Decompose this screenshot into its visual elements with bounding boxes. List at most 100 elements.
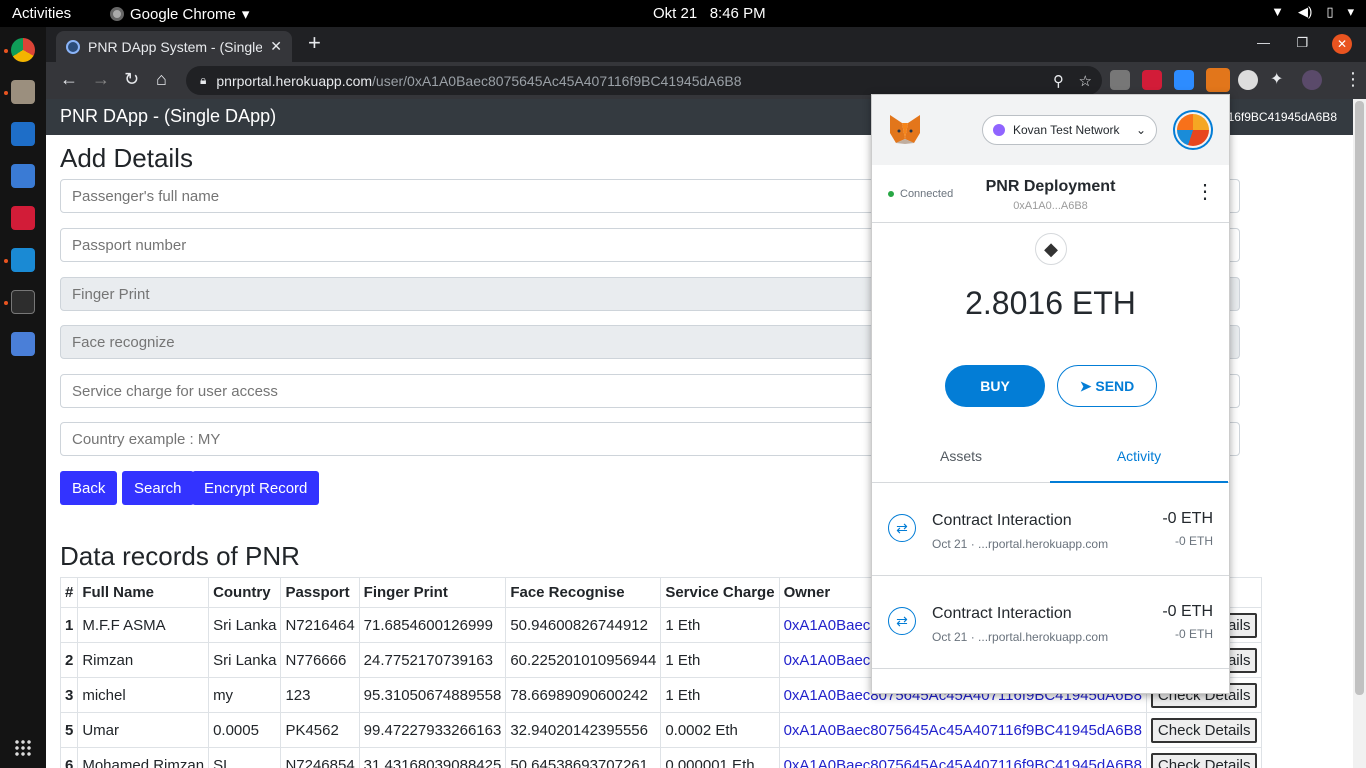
transaction-item[interactable]: ⇄ Contract Interaction Oct 21 · ...rport… (872, 577, 1229, 669)
owner-link[interactable]: 0xA1A0Baec8075645Ac45A407116f9BC41945dA6… (778, 747, 1147, 768)
running-indicator (4, 91, 8, 95)
home-icon[interactable]: ⌂ (156, 69, 167, 90)
encrypt-record-button[interactable]: Encrypt Record (192, 471, 320, 505)
metamask-header: Kovan Test Network ⌄ (872, 95, 1229, 165)
transaction-icon: ⇄ (888, 514, 916, 542)
screenshot-icon[interactable] (11, 164, 35, 188)
account-bar: Connected PNR Deployment 0xA1A0...A6B8 ⋮ (872, 165, 1229, 223)
column-header: Passport (280, 577, 360, 608)
transaction-sub-amount: -0 ETH (1174, 534, 1213, 548)
zoom-extension-icon[interactable] (1174, 70, 1194, 90)
scrollbar-thumb[interactable] (1355, 101, 1364, 695)
app-menu[interactable]: Google Chrome ▾ (110, 5, 249, 23)
page-scrollbar[interactable] (1353, 99, 1366, 768)
cell-country: SL (208, 747, 282, 768)
column-header: Face Recognise (505, 577, 662, 608)
check-details-button[interactable]: Check Details (1150, 717, 1258, 743)
volume-icon: ◀) (1297, 4, 1313, 19)
cell-passport: PK4562 (280, 712, 360, 748)
cell-country: Sri Lanka (208, 642, 282, 678)
browser-tab[interactable]: PNR DApp System - (Single ✕ (56, 31, 292, 62)
chrome-menu-icon[interactable]: ⋮ (1344, 69, 1362, 90)
cell-finger: 99.47227933266163 (358, 712, 507, 748)
mendeley-extension-icon[interactable] (1142, 70, 1162, 90)
back-button[interactable]: Back (60, 471, 118, 505)
cell-passport: N7246854 (280, 747, 360, 768)
check-details-button[interactable]: Check Details (1150, 752, 1258, 768)
tab-activity[interactable]: Activity (1050, 437, 1228, 483)
activities-button[interactable]: Activities (12, 5, 71, 22)
writer-icon[interactable] (11, 122, 35, 146)
app-menu-label: Google Chrome (130, 5, 236, 23)
buy-button[interactable]: BUY (945, 365, 1045, 407)
cell-country: my (208, 677, 282, 713)
reload-icon[interactable]: ↻ (124, 69, 139, 90)
extensions-puzzle-icon[interactable]: ✦ (1270, 69, 1283, 89)
maximize-button[interactable]: ❐ (1296, 35, 1308, 51)
balance-unit: ETH (1071, 285, 1136, 321)
column-header: Service Charge (660, 577, 780, 608)
profile-avatar[interactable] (1302, 70, 1322, 90)
clock[interactable]: Okt 21 8:46 PM (653, 5, 766, 22)
close-window-button[interactable]: ✕ (1332, 34, 1352, 54)
forward-arrow-icon[interactable]: → (92, 69, 110, 90)
cell-finger: 31.43168039088425 (358, 747, 507, 768)
cell-finger: 24.7752170739163 (358, 642, 507, 678)
vscode-icon[interactable] (11, 248, 35, 272)
clock-date: Okt 21 (653, 5, 698, 22)
table-row: 5 Umar 0.0005 PK4562 99.47227933266163 3… (59, 712, 1263, 748)
send-label: SEND (1095, 378, 1135, 394)
transaction-date: Oct 21 (932, 537, 968, 551)
screen-capture-icon[interactable] (11, 332, 35, 356)
tab-title: PNR DApp System - (Single (88, 38, 263, 55)
account-address-short[interactable]: 0xA1A0...A6B8 (872, 200, 1229, 212)
transaction-origin: ...rportal.herokuapp.com (978, 537, 1109, 551)
minimize-button[interactable]: — (1257, 35, 1270, 50)
new-tab-button[interactable]: + (308, 32, 321, 54)
search-button[interactable]: Search (122, 471, 194, 505)
metamask-popup: Kovan Test Network ⌄ Connected PNR Deplo… (871, 94, 1230, 694)
close-tab-icon[interactable]: ✕ (270, 38, 282, 55)
running-indicator (4, 301, 8, 305)
cell-face: 50.64538693707261 (505, 747, 662, 768)
system-tray[interactable]: ▼ ◀) ▯ ▾ (1271, 4, 1354, 20)
running-indicator (4, 259, 8, 263)
address-bar[interactable]: 🔒︎ pnrportal.herokuapp.com/user/0xA1A0Ba… (186, 66, 1102, 95)
chevron-down-icon: ▾ (1347, 4, 1354, 19)
cell-face: 50.94600826744912 (505, 607, 662, 643)
mendeley-icon[interactable] (11, 206, 35, 230)
transaction-sub-amount: -0 ETH (1174, 627, 1213, 641)
balance-display: 2.8016 ETH (872, 285, 1229, 322)
chrome-icon[interactable] (11, 38, 35, 62)
extension-icon[interactable] (1238, 70, 1258, 90)
cell-charge: 1 Eth (660, 607, 780, 643)
more-options-icon[interactable]: ⋮ (1195, 182, 1215, 202)
identicon (1177, 114, 1209, 146)
transaction-item[interactable]: ⇄ Contract Interaction Oct 21 · ...rport… (872, 484, 1229, 576)
files-icon[interactable] (11, 80, 35, 104)
cell-finger: 71.6854600126999 (358, 607, 507, 643)
os-top-bar: Activities Google Chrome ▾ Okt 21 8:46 P… (0, 0, 1366, 27)
terminal-icon[interactable] (11, 290, 35, 314)
running-indicator (4, 49, 8, 53)
send-button[interactable]: ➤ SEND (1057, 365, 1157, 407)
account-address: 16f9BC41945dA6B8 (1227, 110, 1337, 124)
zoom-icon[interactable]: ⚲ (1053, 72, 1064, 90)
cell-face: 32.94020142395556 (505, 712, 662, 748)
lock-icon: 🔒︎ (200, 73, 207, 87)
back-arrow-icon[interactable]: ← (60, 69, 78, 90)
account-name[interactable]: PNR Deployment (872, 178, 1229, 196)
brand-title[interactable]: PNR DApp - (Single DApp) (60, 106, 276, 127)
app-grid-icon[interactable] (14, 739, 32, 757)
owner-link[interactable]: 0xA1A0Baec8075645Ac45A407116f9BC41945dA6… (778, 712, 1147, 748)
column-header: Country (208, 577, 282, 608)
column-header: Full Name (77, 577, 210, 608)
network-selector[interactable]: Kovan Test Network ⌄ (982, 115, 1157, 145)
camera-extension-icon[interactable] (1110, 70, 1130, 90)
tab-assets[interactable]: Assets (872, 437, 1050, 483)
bookmark-star-icon[interactable]: ☆ (1079, 72, 1092, 90)
account-avatar[interactable] (1173, 110, 1213, 150)
metamask-extension-icon[interactable] (1206, 68, 1230, 92)
cell-country: Sri Lanka (208, 607, 282, 643)
clock-time: 8:46 PM (709, 5, 766, 22)
